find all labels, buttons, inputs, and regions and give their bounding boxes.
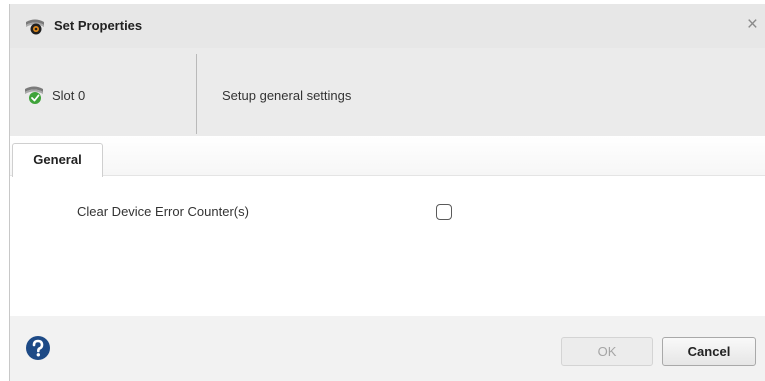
tab-strip: General	[10, 136, 765, 177]
header-description: Setup general settings	[222, 88, 352, 103]
cancel-button[interactable]: Cancel	[662, 337, 756, 366]
header-divider	[196, 54, 197, 134]
dialog-header: Slot 0 Setup general settings	[10, 48, 765, 136]
slot-status-ok-icon	[24, 83, 46, 105]
general-tab-panel: Clear Device Error Counter(s)	[10, 176, 765, 316]
dialog-title: Set Properties	[54, 18, 143, 33]
set-properties-dialog: Set Properties × Slot 0 Setup general se…	[9, 4, 765, 381]
close-icon[interactable]: ×	[747, 14, 758, 36]
device-settings-icon	[24, 16, 46, 36]
clear-device-error-counters-label: Clear Device Error Counter(s)	[77, 204, 249, 219]
ok-button[interactable]: OK	[561, 337, 653, 366]
help-icon[interactable]	[25, 335, 51, 361]
clear-device-error-counters-checkbox[interactable]	[436, 204, 452, 220]
tab-general[interactable]: General	[12, 143, 103, 177]
dialog-footer: OK Cancel	[10, 316, 765, 381]
title-bar[interactable]: Set Properties ×	[10, 4, 765, 48]
slot-label: Slot 0	[52, 88, 86, 103]
